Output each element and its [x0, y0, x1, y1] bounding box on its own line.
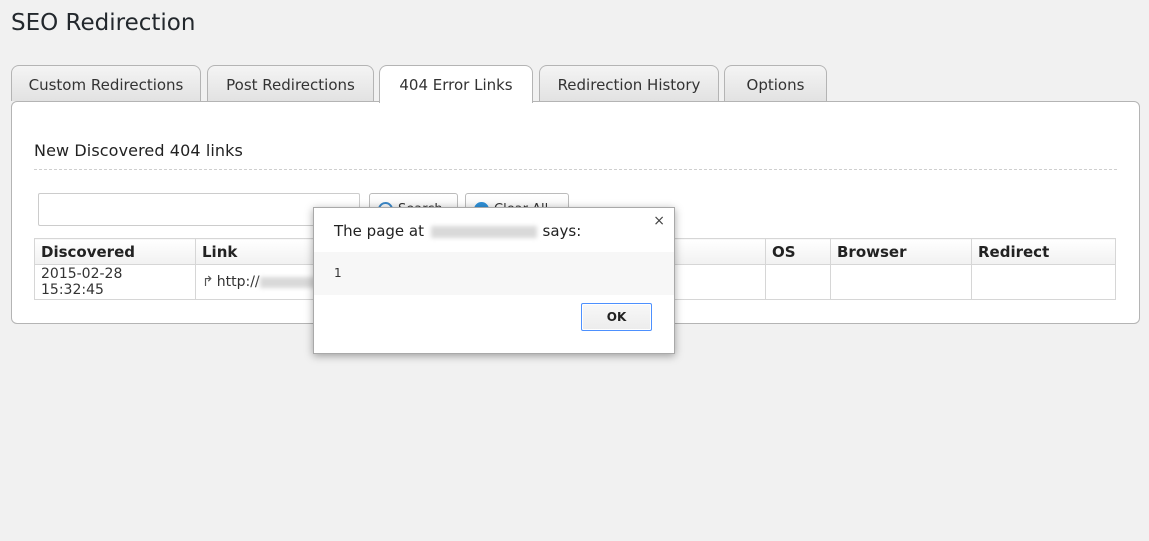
- divider: [34, 169, 1117, 170]
- column-header-browser[interactable]: Browser: [830, 238, 972, 265]
- tab-options[interactable]: Options: [724, 65, 827, 101]
- tab-post-redirections[interactable]: Post Redirections: [207, 65, 374, 101]
- redacted-url: [259, 276, 316, 288]
- redacted-host: [430, 225, 537, 238]
- tab-404-error-links[interactable]: 404 Error Links: [379, 65, 533, 103]
- dialog-title-prefix: The page at: [334, 222, 424, 240]
- search-input[interactable]: [38, 193, 360, 226]
- dialog-message: 1: [314, 252, 674, 295]
- os-cell: [765, 264, 831, 300]
- close-icon[interactable]: ×: [653, 213, 665, 229]
- section-heading: New Discovered 404 links: [34, 141, 243, 160]
- page-title: SEO Redirection: [11, 10, 196, 36]
- column-header-discovered[interactable]: Discovered: [34, 238, 196, 265]
- ok-button[interactable]: OK: [581, 303, 652, 331]
- redirect-link-icon[interactable]: ↱: [202, 274, 214, 290]
- column-header-redirect[interactable]: Redirect: [971, 238, 1116, 265]
- tab-redirection-history[interactable]: Redirection History: [539, 65, 719, 101]
- column-header-os[interactable]: OS: [765, 238, 831, 265]
- browser-cell: [830, 264, 972, 300]
- tab-custom-redirections[interactable]: Custom Redirections: [11, 65, 201, 101]
- discovered-cell: 2015-02-28 15:32:45: [34, 264, 196, 300]
- redirect-cell: [971, 264, 1116, 300]
- alert-dialog: The page at says: × 1 OK: [313, 207, 675, 354]
- dialog-title: The page at says:: [334, 222, 581, 240]
- dialog-title-suffix: says:: [542, 222, 582, 240]
- link-url[interactable]: http://: [217, 274, 260, 290]
